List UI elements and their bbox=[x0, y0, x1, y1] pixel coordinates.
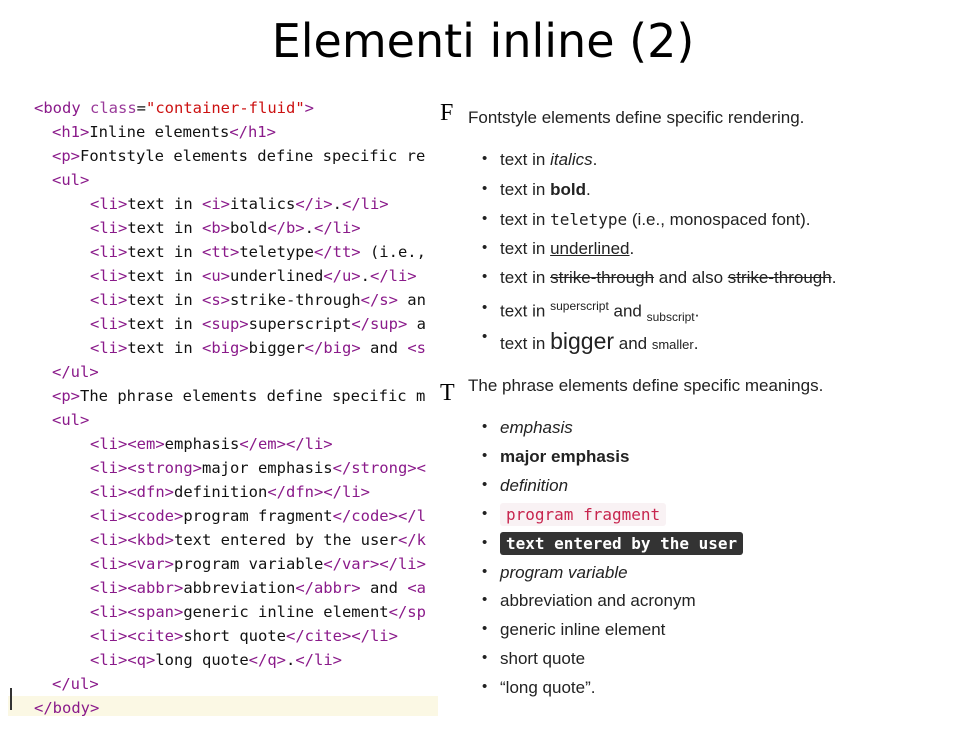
code-line-current: </body> bbox=[8, 696, 438, 716]
paragraph-fontstyle: Fontstyle elements define specific rende… bbox=[468, 108, 805, 127]
slide-title: Elementi inline (2) bbox=[271, 14, 695, 68]
rendered-output: F Fontstyle elements define specific ren… bbox=[440, 96, 960, 716]
code-line: <li>text in <i>italics</i>.</li> bbox=[90, 195, 389, 213]
code-line: </ul> bbox=[52, 363, 99, 381]
text-cursor bbox=[10, 688, 12, 710]
code-line: <li><span>generic inline element</sp bbox=[90, 603, 426, 621]
list-item: text in italics. bbox=[482, 150, 597, 170]
list-item: text entered by the user bbox=[482, 532, 744, 555]
code-line: <li><cite>short quote</cite></li> bbox=[90, 627, 398, 645]
code-line: <body class="container-fluid"> bbox=[34, 99, 314, 117]
list-item: definition bbox=[482, 476, 568, 496]
paragraph-phrase: The phrase elements define specific mean… bbox=[468, 376, 824, 395]
list-item: text in bigger and smaller. bbox=[482, 328, 699, 355]
list-item: text in strike-through and also strike-t… bbox=[482, 268, 836, 288]
list-item: “long quote”. bbox=[482, 678, 596, 698]
list-item: generic inline element bbox=[482, 620, 665, 640]
code-line: <li><var>program variable</var></li> bbox=[90, 555, 426, 573]
list-item: text in teletype (i.e., monospaced font)… bbox=[482, 210, 811, 230]
list-item: program fragment bbox=[482, 503, 667, 526]
code-line: <li>text in <b>bold</b>.</li> bbox=[90, 219, 361, 237]
list-item: abbreviation and acronym bbox=[482, 591, 696, 611]
code-line: <li>text in <u>underlined</u>.</li> bbox=[90, 267, 417, 285]
code-editor[interactable]: <body class="container-fluid"> <h1>Inlin… bbox=[8, 96, 438, 716]
code-line: <li><q>long quote</q>.</li> bbox=[90, 651, 342, 669]
code-line: <p>Fontstyle elements define specific re bbox=[52, 147, 426, 165]
list-item: short quote bbox=[482, 649, 585, 669]
code-line: </ul> bbox=[52, 675, 99, 693]
drop-letter: F bbox=[440, 100, 454, 126]
list-item: text in superscript and subscript. bbox=[482, 299, 699, 324]
list-item: major emphasis bbox=[482, 447, 630, 467]
code-line: <li>text in <sup>superscript</sup> a bbox=[90, 315, 426, 333]
code-line: <p>The phrase elements define specific m bbox=[52, 387, 426, 405]
code-line: <ul> bbox=[52, 411, 90, 429]
code-line: <li><em>emphasis</em></li> bbox=[90, 435, 333, 453]
code-line: <li><dfn>definition</dfn></li> bbox=[90, 483, 370, 501]
code-line: <li><abbr>abbreviation</abbr> and <a bbox=[90, 579, 426, 597]
code-line: <li>text in <s>strike-through</s> an bbox=[90, 291, 426, 309]
code-line: <li>text in <big>bigger</big> and <s bbox=[90, 339, 426, 357]
code-line: <li><kbd>text entered by the user</k bbox=[90, 531, 426, 549]
code-line: <h1>Inline elements</h1> bbox=[52, 123, 276, 141]
drop-letter: T bbox=[440, 380, 455, 406]
code-line: <li><code>program fragment</code></l bbox=[90, 507, 426, 525]
list-item: text in underlined. bbox=[482, 239, 634, 259]
code-line: <li><strong>major emphasis</strong>< bbox=[90, 459, 426, 477]
code-line: <ul> bbox=[52, 171, 90, 189]
list-item: program variable bbox=[482, 563, 628, 583]
list-item: emphasis bbox=[482, 418, 573, 438]
list-item: text in bold. bbox=[482, 180, 591, 200]
code-line: <li>text in <tt>teletype</tt> (i.e., bbox=[90, 243, 426, 261]
